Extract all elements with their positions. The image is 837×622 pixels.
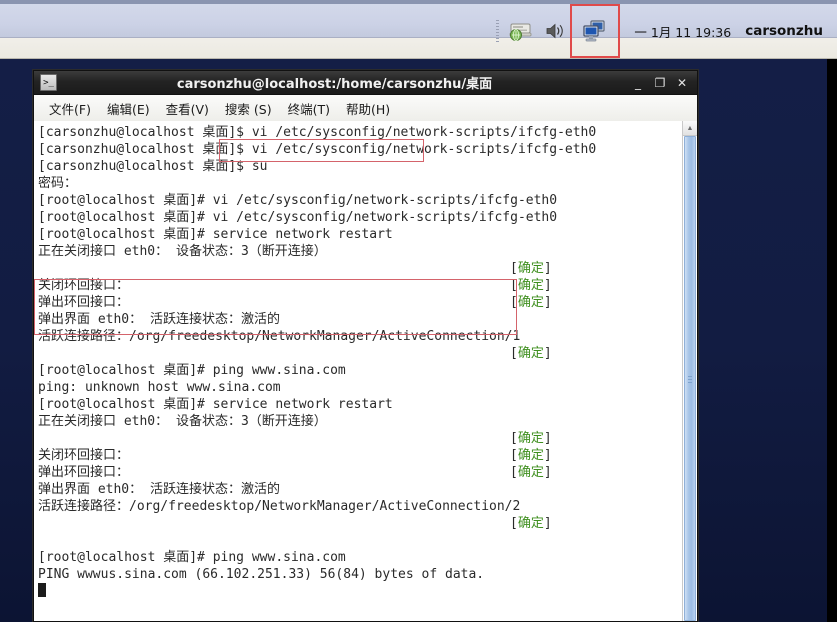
terminal-body[interactable]: [carsonzhu@localhost 桌面]$ vi /etc/syscon…	[33, 121, 698, 622]
menu-view[interactable]: 查看(V)	[159, 96, 216, 121]
network-monitor-icon-glyph	[583, 20, 606, 42]
volume-icon[interactable]	[538, 14, 572, 48]
terminal-line: 弹出界面 eth0： 活跃连接状态：激活的	[38, 312, 280, 327]
network-monitor-icon[interactable]	[570, 4, 621, 58]
terminal-line: 关闭环回接口： [确定]	[38, 448, 552, 463]
terminal-output[interactable]: [carsonzhu@localhost 桌面]$ vi /etc/syscon…	[34, 121, 682, 621]
terminal-line: ping: unknown host www.sina.com	[38, 380, 281, 395]
terminal-line: 弹出环回接口： [确定]	[38, 465, 552, 480]
status-ok-badge: [确定]	[510, 295, 552, 310]
scrollbar-track[interactable]	[683, 136, 697, 621]
terminal-line: 正在关闭接口 eth0： 设备状态：3（断开连接）	[38, 244, 327, 259]
menu-file[interactable]: 文件(F)	[42, 96, 98, 121]
terminal-line: 关闭环回接口： [确定]	[38, 278, 552, 293]
terminal-line: [root@localhost 桌面]# ping www.sina.com	[38, 550, 346, 565]
menu-bar: 文件(F) 编辑(E) 查看(V) 搜索 (S) 终端(T) 帮助(H)	[33, 95, 698, 121]
terminal-line: [carsonzhu@localhost 桌面]$ vi /etc/syscon…	[38, 125, 597, 140]
menu-search[interactable]: 搜索 (S)	[218, 96, 279, 121]
terminal-line: [root@localhost 桌面]# ping www.sina.com	[38, 363, 346, 378]
maximize-button[interactable]: ❐	[650, 73, 670, 93]
terminal-line: [确定]	[38, 260, 682, 277]
terminal-line: 正在关闭接口 eth0： 设备状态：3（断开连接）	[38, 414, 327, 429]
terminal-line: [root@localhost 桌面]# service network res…	[38, 227, 393, 242]
panel-clock[interactable]: 一 1月 11 19:36	[634, 22, 731, 41]
terminal-line: 密码：	[38, 176, 78, 191]
status-ok-badge: [确定]	[510, 465, 552, 480]
status-ok-badge: [确定]	[510, 516, 552, 531]
status-ok-badge: [确定]	[510, 448, 552, 463]
terminal-line: 活跃连接路径：/org/freedesktop/NetworkManager/A…	[38, 329, 521, 344]
terminal-window: >_ carsonzhu@localhost:/home/carsonzhu/桌…	[33, 70, 698, 622]
terminal-line: [root@localhost 桌面]# service network res…	[38, 397, 393, 412]
terminal-line: [确定]	[38, 430, 682, 447]
status-ok-badge: [确定]	[510, 261, 552, 276]
window-buttons: _ ❐ ✕	[628, 73, 692, 93]
terminal-scrollbar[interactable]: ▲	[682, 121, 697, 621]
volume-icon-glyph	[547, 23, 564, 39]
terminal-line: [root@localhost 桌面]# vi /etc/sysconfig/n…	[38, 210, 558, 225]
terminal-cursor	[38, 583, 46, 597]
minimize-button[interactable]: _	[628, 73, 648, 93]
tray-separator	[496, 20, 500, 42]
menu-terminal[interactable]: 终端(T)	[281, 96, 337, 121]
panel-username[interactable]: carsonzhu	[745, 23, 823, 39]
terminal-line: 弹出环回接口： [确定]	[38, 295, 552, 310]
scrollbar-up-arrow[interactable]: ▲	[683, 121, 697, 136]
terminal-line: [carsonzhu@localhost 桌面]$ su	[38, 159, 268, 174]
terminal-line	[38, 583, 682, 600]
scrollbar-grip	[688, 375, 692, 383]
menu-edit[interactable]: 编辑(E)	[100, 96, 157, 121]
terminal-line: 弹出界面 eth0： 活跃连接状态：激活的	[38, 482, 280, 497]
updates-icon-glyph	[510, 23, 532, 41]
terminal-line: [确定]	[38, 345, 682, 362]
updates-icon[interactable]	[504, 14, 538, 48]
terminal-line: [root@localhost 桌面]# vi /etc/sysconfig/n…	[38, 193, 558, 208]
close-button[interactable]: ✕	[672, 73, 692, 93]
desktop-right-edge	[827, 0, 837, 622]
terminal-line: [carsonzhu@localhost 桌面]$ vi /etc/syscon…	[38, 142, 597, 157]
terminal-line: 活跃连接路径：/org/freedesktop/NetworkManager/A…	[38, 499, 521, 514]
window-titlebar[interactable]: >_ carsonzhu@localhost:/home/carsonzhu/桌…	[33, 70, 698, 95]
system-tray: 一 1月 11 19:36 carsonzhu	[496, 4, 829, 58]
window-title: carsonzhu@localhost:/home/carsonzhu/桌面	[176, 77, 493, 92]
status-ok-badge: [确定]	[510, 431, 552, 446]
terminal-line: [确定]	[38, 515, 682, 532]
terminal-line: PING wwwus.sina.com (66.102.251.33) 56(8…	[38, 567, 485, 582]
status-ok-badge: [确定]	[510, 346, 552, 361]
status-ok-badge: [确定]	[510, 278, 552, 293]
menu-help[interactable]: 帮助(H)	[339, 96, 397, 121]
scrollbar-thumb[interactable]	[684, 136, 696, 621]
